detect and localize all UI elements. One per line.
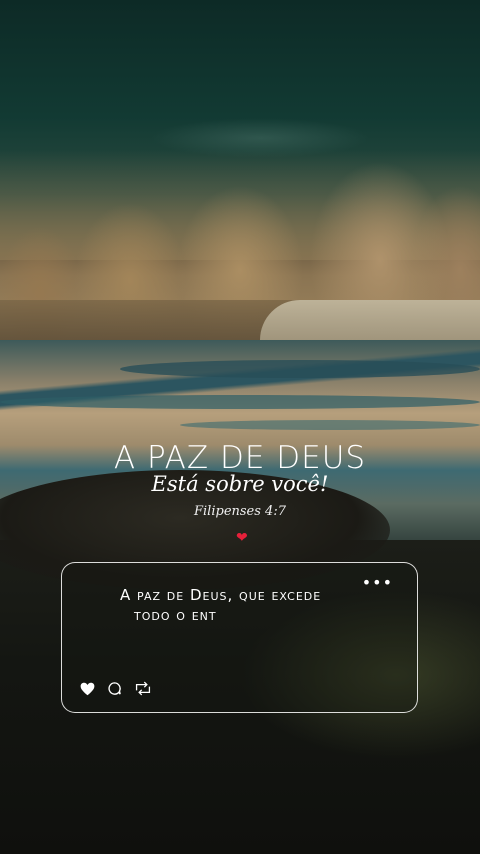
post-title: A PAZ DE DEUS: [113, 440, 367, 476]
card-text-line1: A paz de Deus, que excede: [120, 586, 322, 604]
comment-icon[interactable]: [107, 681, 122, 699]
background-photo: [0, 0, 480, 854]
action-bar: [80, 681, 152, 699]
ripple: [180, 420, 480, 430]
heart-icon[interactable]: [80, 682, 95, 699]
bible-reference: Filipenses 4:7: [194, 504, 286, 519]
ripple: [0, 395, 480, 409]
repost-icon[interactable]: [134, 681, 152, 699]
card-text-line2: todo o ent: [134, 606, 217, 624]
card-text: A paz de Deus, que excede todo o ent: [120, 585, 380, 625]
post-subtitle: Está sobre você!: [151, 472, 329, 496]
ripple: [120, 360, 480, 378]
heart-emoji-icon: ❤: [236, 530, 248, 546]
post-card: ••• A paz de Deus, que excede todo o ent: [61, 562, 418, 713]
